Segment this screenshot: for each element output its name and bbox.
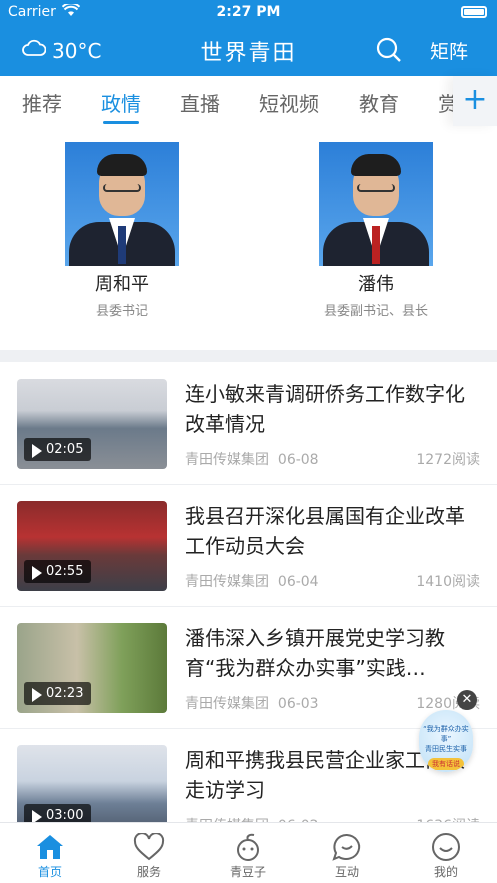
tab-education[interactable]: 教育 xyxy=(359,88,399,117)
tabbar-service[interactable]: 服务 xyxy=(114,831,184,880)
search-icon[interactable] xyxy=(375,36,403,64)
leader-photo xyxy=(319,142,433,266)
status-time: 2:27 PM xyxy=(216,4,281,20)
tabbar-label: 我的 xyxy=(433,865,458,879)
leader-name: 周和平 xyxy=(95,274,149,295)
chat-icon xyxy=(312,831,382,863)
promo-line-2: 青田民生实事 xyxy=(425,745,467,753)
news-source: 青田传媒集团 xyxy=(185,696,269,712)
smile-icon xyxy=(411,831,481,863)
leader-role: 县委副书记、县长 xyxy=(323,304,428,319)
news-source: 青田传媒集团 xyxy=(185,574,269,590)
news-meta: 青田传媒集团 06-04 xyxy=(185,571,319,591)
tabbar-qingdouzi[interactable]: 青豆子 xyxy=(213,831,283,880)
news-title: 连小敏来青调研侨务工作数字化改革情况 xyxy=(185,382,465,436)
news-source: 青田传媒集团 xyxy=(185,452,269,468)
news-item[interactable]: 02:23 潘伟深入乡镇开展党史学习教育“我为群众办实事”实践… 青田传媒集团 … xyxy=(0,607,497,729)
video-duration: 02:05 xyxy=(24,438,92,461)
news-reads: 1410阅读 xyxy=(416,574,480,590)
app-header: 30°C 世界青田 矩阵 xyxy=(0,26,497,76)
tab-live[interactable]: 直播 xyxy=(180,88,220,117)
video-thumbnail: 02:23 xyxy=(17,623,167,713)
add-channel-icon[interactable]: + xyxy=(453,76,497,126)
video-thumbnail: 02:05 xyxy=(17,379,167,469)
news-item[interactable]: 02:05 连小敏来青调研侨务工作数字化改革情况 青田传媒集团 06-08 12… xyxy=(0,363,497,485)
tabbar-label: 首页 xyxy=(37,865,62,879)
news-title: 潘伟深入乡镇开展党史学习教育“我为群众办实事”实践… xyxy=(185,626,445,680)
news-meta: 青田传媒集团 06-03 xyxy=(185,693,319,713)
promo-button[interactable]: 我有话说 xyxy=(428,758,464,770)
tab-short-video[interactable]: 短视频 xyxy=(259,88,319,117)
close-icon[interactable]: ✕ xyxy=(457,690,477,710)
news-date: 06-03 xyxy=(277,696,319,712)
app-title: 世界青田 xyxy=(200,41,297,66)
leader-name: 潘伟 xyxy=(358,274,394,295)
battery-icon xyxy=(461,6,487,18)
active-tab-indicator xyxy=(103,121,139,124)
news-title: 我县召开深化县属国有企业改革工作动员大会 xyxy=(185,504,465,558)
news-item[interactable]: 02:55 我县召开深化县属国有企业改革工作动员大会 青田传媒集团 06-04 … xyxy=(0,485,497,607)
news-date: 06-04 xyxy=(277,574,319,590)
news-reads: 1272阅读 xyxy=(416,452,480,468)
floating-promo[interactable]: “我为群众办实事” 青田民生实事 我有话说 xyxy=(419,710,473,772)
news-date: 06-08 xyxy=(277,452,319,468)
leader-card[interactable]: 周和平 县委书记 xyxy=(45,142,199,319)
tabbar-mine[interactable]: 我的 xyxy=(411,831,481,880)
tab-recommend[interactable]: 推荐 xyxy=(22,88,62,117)
tabbar-label: 互动 xyxy=(334,865,359,879)
tabbar-home[interactable]: 首页 xyxy=(15,831,85,880)
promo-line-1: “我为群众办实事” xyxy=(423,725,469,743)
video-duration: 02:23 xyxy=(24,682,92,705)
video-thumbnail: 02:55 xyxy=(17,501,167,591)
bean-icon xyxy=(213,831,283,863)
matrix-button[interactable]: 矩阵 xyxy=(430,37,468,64)
leader-photo xyxy=(65,142,179,266)
tabbar-interact[interactable]: 互动 xyxy=(312,831,382,880)
leader-role: 县委书记 xyxy=(95,304,148,319)
heart-icon xyxy=(114,831,184,863)
news-meta: 青田传媒集团 06-08 xyxy=(185,449,319,469)
tabbar-label: 青豆子 xyxy=(229,865,266,879)
tabbar-label: 服务 xyxy=(136,865,161,879)
video-duration: 02:55 xyxy=(24,560,92,583)
leader-card[interactable]: 潘伟 县委副书记、县长 xyxy=(299,142,453,319)
bottom-tab-bar: 首页 服务 青豆子 互动 我的 xyxy=(0,822,497,883)
home-icon xyxy=(15,831,85,863)
channel-tabs: 推荐 政情 直播 短视频 教育 赏 xyxy=(0,76,497,126)
section-divider xyxy=(0,350,497,362)
tab-politics[interactable]: 政情 xyxy=(101,88,141,117)
status-bar: Carrier 2:27 PM xyxy=(0,0,497,26)
